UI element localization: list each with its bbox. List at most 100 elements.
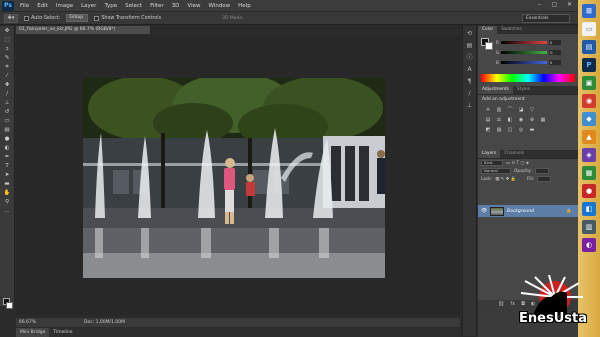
type-tool-icon[interactable]: T	[3, 162, 12, 170]
history-brush-tool-icon[interactable]: ↺	[3, 108, 12, 116]
quick-select-tool-icon[interactable]: ✎	[3, 54, 12, 62]
invert-icon[interactable]: ◩	[484, 127, 492, 134]
path-selection-tool-icon[interactable]: ➤	[3, 171, 12, 179]
clone-stamp-tool-icon[interactable]: ⊥	[3, 99, 12, 107]
app-gray-icon[interactable]: ▥	[582, 220, 596, 234]
levels-icon[interactable]: ▥	[495, 107, 503, 114]
hand-tool-icon[interactable]: ✋	[3, 189, 12, 197]
pen-tool-icon[interactable]: ✒	[3, 153, 12, 161]
app-red-icon[interactable]: ◉	[582, 94, 596, 108]
lasso-tool-icon[interactable]: ↄ	[3, 45, 12, 53]
blue-value-field[interactable]: 0	[548, 60, 561, 65]
menu-filter[interactable]: Filter	[150, 3, 164, 9]
color-panel-swatches[interactable]	[481, 38, 493, 50]
app-blue2-icon[interactable]: ◧	[582, 202, 596, 216]
app-green2-icon[interactable]: ▦	[582, 166, 596, 180]
eraser-tool-icon[interactable]: ▭	[3, 117, 12, 125]
document-tab[interactable]: 01_fiskiyeler_ve_kiz.JPG @ 66.7% (RGB/8*…	[16, 26, 151, 34]
menu-window[interactable]: Window	[208, 3, 230, 9]
shape-tool-icon[interactable]: ▬	[3, 180, 12, 188]
threshold-icon[interactable]: ◫	[506, 127, 514, 134]
eyedropper-tool-icon[interactable]: ⁄	[3, 72, 12, 80]
menu-help[interactable]: Help	[238, 3, 251, 9]
menu-file[interactable]: File	[20, 3, 29, 9]
workspace-switcher[interactable]: Essentials	[522, 14, 570, 23]
clone-source-icon[interactable]: ⊥	[465, 101, 474, 110]
selective-color-icon[interactable]: ◎	[517, 127, 525, 134]
dodge-tool-icon[interactable]: ◐	[3, 144, 12, 152]
menu-view[interactable]: View	[187, 3, 200, 9]
opacity-field[interactable]	[534, 168, 549, 174]
menu-image[interactable]: Image	[56, 3, 73, 9]
doc-size[interactable]: Doc: 1,00M/1,00M	[84, 320, 125, 325]
show-transform-checkbox[interactable]: Show Transform Controls	[94, 15, 161, 21]
tab-adjustments[interactable]: Adjustments	[478, 86, 513, 94]
link-layers-icon[interactable]: ⛓	[498, 301, 504, 307]
brightness-contrast-icon[interactable]: ☀	[484, 107, 492, 114]
app-red2-icon[interactable]: ●	[582, 184, 596, 198]
info-icon[interactable]: ⓘ	[465, 53, 474, 62]
tab-timeline[interactable]: Timeline	[49, 328, 76, 337]
gradient-map-icon[interactable]: ▬	[528, 127, 536, 134]
maximize-button[interactable]: ▢	[550, 1, 559, 9]
minimize-button[interactable]: –	[535, 1, 544, 9]
close-button[interactable]: ✕	[565, 1, 574, 9]
paragraph-icon[interactable]: ¶	[465, 77, 474, 86]
app-green-icon[interactable]: ▣	[582, 76, 596, 90]
extra-tools-icon[interactable]: …	[3, 207, 12, 215]
healing-brush-tool-icon[interactable]: ✚	[3, 81, 12, 89]
exposure-icon[interactable]: ◪	[517, 107, 525, 114]
red-slider[interactable]: R 0	[496, 40, 574, 45]
gradient-tool-icon[interactable]: ▤	[3, 126, 12, 134]
eye-icon[interactable]: 👁	[481, 208, 487, 214]
brush-tool-icon[interactable]: ∕	[3, 90, 12, 98]
color-balance-icon[interactable]: ⚖	[495, 117, 503, 124]
blur-tool-icon[interactable]: ●	[3, 135, 12, 143]
app-purple-icon[interactable]: ◈	[582, 148, 596, 162]
blue-slider[interactable]: B 0	[496, 60, 574, 65]
menu-type[interactable]: Type	[104, 3, 117, 9]
color-swatches[interactable]	[3, 298, 14, 310]
start-icon[interactable]: ⊞	[582, 4, 596, 18]
zoom-tool-icon[interactable]: ⚲	[3, 198, 12, 206]
background-color-swatch[interactable]	[6, 302, 13, 309]
fill-field[interactable]	[537, 176, 552, 182]
red-slider-track[interactable]	[500, 41, 547, 44]
color-spectrum-bar[interactable]	[481, 74, 575, 82]
photoshop-taskbar-icon[interactable]: P	[582, 58, 596, 72]
background-color-swatch[interactable]	[485, 42, 493, 50]
auto-select-dropdown[interactable]: Group	[66, 14, 89, 22]
tab-color[interactable]: Color	[478, 26, 498, 34]
properties-icon[interactable]: ▤	[465, 41, 474, 50]
app-orange-icon[interactable]: ▲	[582, 130, 596, 144]
tab-layers[interactable]: Layers	[478, 150, 501, 158]
green-slider[interactable]: G 0	[496, 50, 574, 55]
blue-slider-track[interactable]	[500, 61, 547, 64]
posterize-icon[interactable]: ▨	[495, 127, 503, 134]
checkbox-box[interactable]	[24, 15, 29, 21]
green-value-field[interactable]: 0	[549, 50, 562, 55]
marquee-tool-icon[interactable]: ⬚	[3, 36, 12, 44]
tab-channels[interactable]: Channels	[500, 150, 528, 158]
brush-icon[interactable]: ∕	[465, 89, 474, 98]
black-white-icon[interactable]: ◧	[506, 117, 514, 124]
app-purple2-icon[interactable]: ◐	[582, 238, 596, 252]
character-icon[interactable]: A	[465, 65, 474, 74]
layer-row-background[interactable]: 👁 Background 🔒	[478, 205, 578, 217]
vibrance-icon[interactable]: ▽	[528, 107, 536, 114]
history-icon[interactable]: ⟲	[465, 29, 474, 38]
photo-filter-icon[interactable]: ◉	[517, 117, 525, 124]
blend-mode-dropdown[interactable]: Normal	[481, 168, 511, 174]
tab-swatches[interactable]: Swatches	[497, 26, 526, 34]
color-lookup-icon[interactable]: ▦	[539, 117, 547, 124]
crop-tool-icon[interactable]: ⌗	[3, 63, 12, 71]
checkbox-box[interactable]	[94, 15, 100, 21]
explorer-icon[interactable]: ▤	[582, 40, 596, 54]
menu-select[interactable]: Select	[125, 3, 142, 9]
menu-edit[interactable]: Edit	[37, 3, 48, 9]
tab-mini-bridge[interactable]: Mini Bridge	[16, 328, 50, 337]
curves-icon[interactable]: ⌒	[506, 107, 514, 114]
tool-preset-picker[interactable]: ✥▾	[4, 13, 18, 23]
menu-layer[interactable]: Layer	[81, 3, 96, 9]
zoom-level[interactable]: 66.67%	[16, 320, 36, 325]
